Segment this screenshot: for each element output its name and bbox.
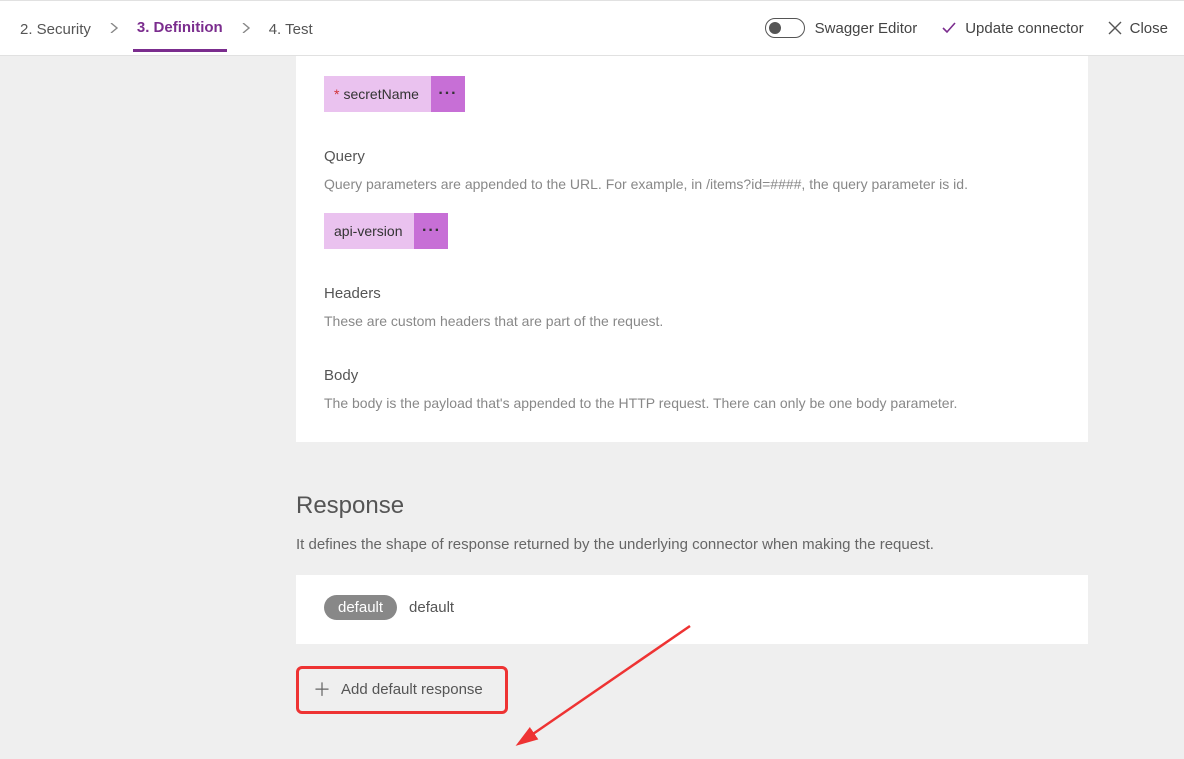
wizard-steps: 2. Security 3. Definition 4. Test: [16, 5, 317, 52]
query-title: Query: [324, 148, 1060, 165]
chevron-right-icon: [241, 20, 251, 36]
more-icon[interactable]: ···: [414, 213, 448, 249]
add-label: Add default response: [341, 681, 483, 698]
response-section-header: Response It defines the shape of respons…: [296, 492, 1088, 553]
more-icon[interactable]: ···: [431, 76, 465, 112]
required-asterisk: *: [334, 86, 339, 102]
body-desc: The body is the payload that's appended …: [324, 394, 1060, 414]
response-pill: default: [324, 595, 397, 620]
headers-title: Headers: [324, 285, 1060, 302]
request-card: * secretName ··· Query Query parameters …: [296, 56, 1088, 442]
response-title: Response: [296, 492, 1088, 520]
response-label: default: [409, 599, 454, 616]
step-definition[interactable]: 3. Definition: [133, 5, 227, 52]
step-test[interactable]: 4. Test: [265, 7, 317, 50]
close-button[interactable]: Close: [1108, 20, 1168, 37]
toggle-switch-icon[interactable]: [765, 18, 805, 38]
response-card: default default: [296, 575, 1088, 644]
top-actions: Swagger Editor Update connector Close: [765, 18, 1168, 38]
response-row[interactable]: default default: [324, 595, 1060, 620]
body-title: Body: [324, 367, 1060, 384]
response-desc: It defines the shape of response returne…: [296, 536, 1088, 553]
swagger-toggle[interactable]: Swagger Editor: [765, 18, 918, 38]
update-connector-button[interactable]: Update connector: [941, 20, 1083, 37]
chevron-right-icon: [109, 20, 119, 36]
step-security[interactable]: 2. Security: [16, 7, 95, 50]
update-label: Update connector: [965, 20, 1083, 37]
close-icon: [1108, 21, 1122, 35]
swagger-label: Swagger Editor: [815, 20, 918, 37]
headers-desc: These are custom headers that are part o…: [324, 312, 1060, 332]
param-chip-apiversion[interactable]: api-version ···: [324, 213, 448, 249]
close-label: Close: [1130, 20, 1168, 37]
add-default-response-button[interactable]: ＋ Add default response: [296, 666, 508, 714]
param-chip-secretname[interactable]: * secretName ···: [324, 76, 465, 112]
plus-icon: ＋: [313, 681, 331, 699]
checkmark-icon: [941, 20, 957, 36]
param-label: * secretName: [324, 76, 431, 112]
content-area: * secretName ··· Query Query parameters …: [0, 56, 1184, 759]
query-desc: Query parameters are appended to the URL…: [324, 175, 1060, 195]
top-bar: 2. Security 3. Definition 4. Test Swagge…: [0, 0, 1184, 56]
param-label: api-version: [324, 213, 414, 249]
